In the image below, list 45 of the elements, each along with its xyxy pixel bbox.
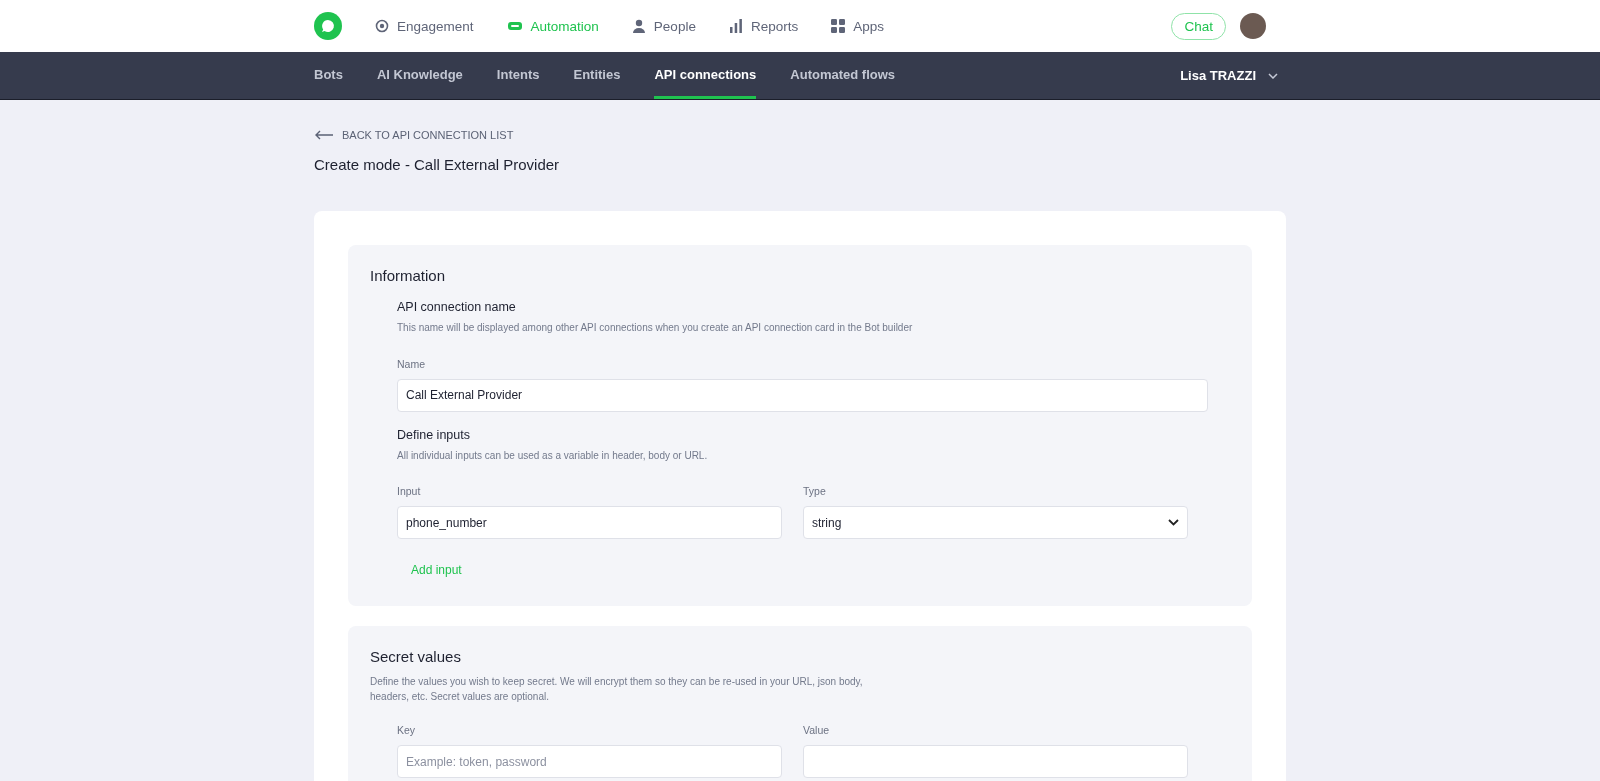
- nav-label: Engagement: [397, 18, 474, 34]
- section-title: Secret values: [370, 648, 462, 665]
- field-label: Name: [397, 357, 426, 370]
- target-icon: [375, 19, 389, 33]
- field-heading: API connection name: [397, 300, 517, 314]
- field-label: Key: [397, 724, 417, 736]
- robot-icon: [506, 20, 523, 32]
- sub-nav-tab[interactable]: Entities: [573, 52, 621, 99]
- field-description: This name will be displayed among other API connections when you create an API connection card in the Bot builder: [397, 321, 914, 335]
- nav-label: People: [653, 18, 696, 34]
- chevron-down-icon: [1168, 519, 1179, 526]
- field-label: Type: [803, 485, 827, 497]
- nav-label: Automation: [530, 18, 599, 34]
- section-description: Define the values you wish to keep secret. We will encrypt them so they can be re-used in your URL, json body, headers, etc. Secret values are optional.: [370, 675, 864, 704]
- page-title: Create mode - Call External Provider: [314, 156, 561, 173]
- nav-item[interactable]: People: [631, 18, 696, 34]
- field-heading: Define inputs: [397, 427, 471, 442]
- sub-nav-tab[interactable]: AI Knowledge: [376, 52, 463, 99]
- chevron-down-icon: [1268, 72, 1278, 79]
- section-title: Information: [370, 267, 447, 284]
- bar-chart-icon: [728, 19, 743, 33]
- sub-nav-tab[interactable]: Bots: [314, 52, 343, 99]
- field-description: All individual inputs can be used as a variable in header, body or URL.: [397, 448, 709, 463]
- nav-label: Apps: [853, 18, 884, 34]
- arrow-left-icon: [314, 130, 334, 140]
- back-link[interactable]: BACK TO API CONNECTION LIST: [314, 129, 514, 141]
- sub-nav-tab[interactable]: Intents: [496, 52, 540, 99]
- key-input-field[interactable]: Example: token, password: [397, 745, 782, 778]
- field-label: Input: [397, 485, 422, 497]
- input-name-field[interactable]: phone_number: [397, 506, 782, 539]
- type-dropdown[interactable]: string: [803, 506, 1188, 539]
- nav-item[interactable]: Reports: [728, 18, 799, 34]
- grid-icon: [831, 19, 846, 33]
- name-input-field[interactable]: Call External Provider: [397, 378, 1208, 412]
- nav-label: Reports: [750, 18, 799, 34]
- avatar-placeholder[interactable]: [1240, 13, 1266, 39]
- field-label: Value: [803, 724, 831, 736]
- nav-item[interactable]: Apps: [831, 18, 884, 34]
- nav-item[interactable]: Engagement: [375, 18, 474, 34]
- user-menu[interactable]: Lisa TRAZZI: [1180, 68, 1278, 83]
- logo-icon[interactable]: [314, 12, 342, 40]
- sub-nav-tab[interactable]: Automated flows: [790, 52, 896, 99]
- person-icon: [631, 19, 646, 33]
- sub-nav-tab[interactable]: API connections: [654, 52, 757, 99]
- value-input-field[interactable]: [803, 745, 1188, 778]
